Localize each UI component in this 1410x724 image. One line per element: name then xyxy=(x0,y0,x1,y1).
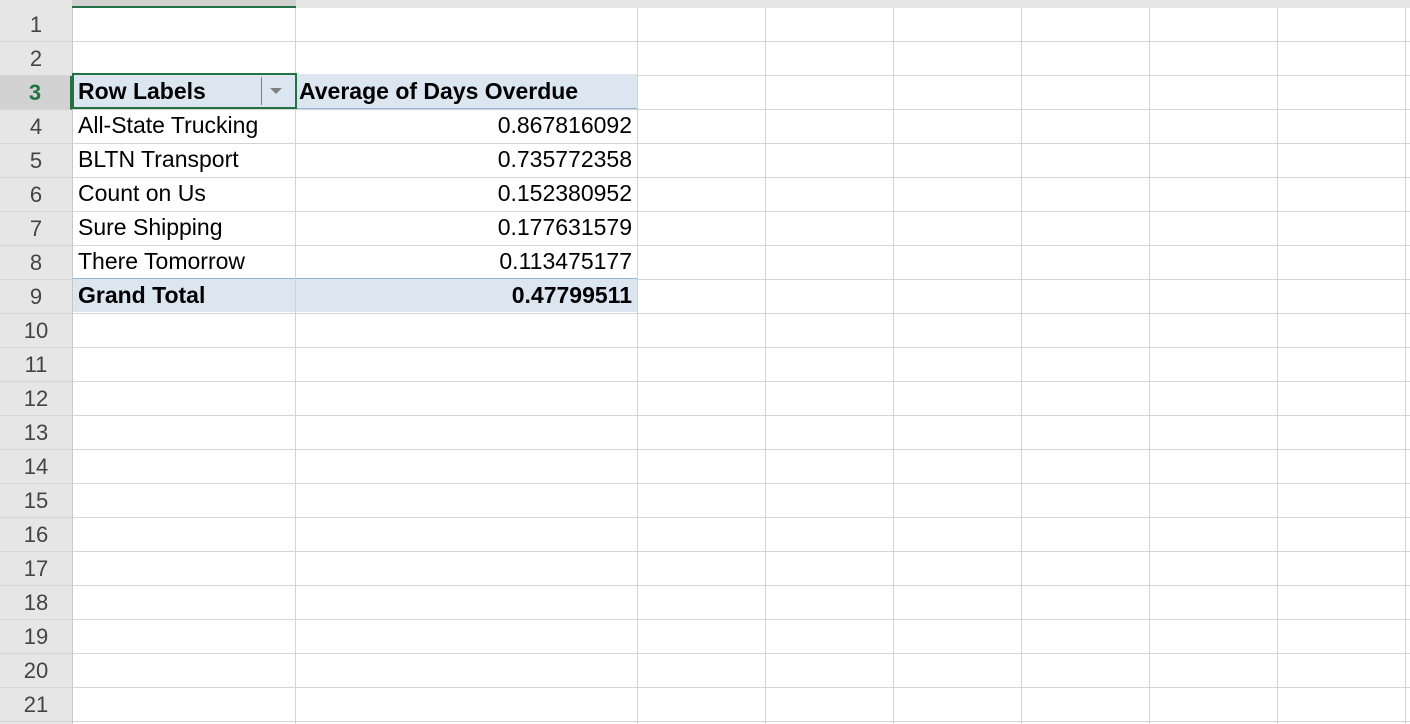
pivot-value-field-header[interactable]: Average of Days Overdue xyxy=(295,74,637,108)
row-divider xyxy=(73,517,1410,518)
col-divider xyxy=(1277,8,1278,724)
col-divider xyxy=(637,8,638,724)
column-header-strip xyxy=(72,0,1410,8)
row-divider xyxy=(73,415,1410,416)
pivot-grand-total-label[interactable]: Grand Total xyxy=(73,278,295,312)
row-header-15[interactable]: 15 xyxy=(0,484,72,518)
row-header-2[interactable]: 2 xyxy=(0,42,72,76)
col-divider xyxy=(1149,8,1150,724)
row-divider xyxy=(73,551,1410,552)
pivot-row-value[interactable]: 0.867816092 xyxy=(295,108,637,142)
row-header-1[interactable]: 1 xyxy=(0,8,72,42)
pivot-row-label[interactable]: BLTN Transport xyxy=(73,142,295,176)
row-divider xyxy=(73,653,1410,654)
row-headers: 1 2 3 4 5 6 7 8 9 10 11 12 13 14 15 16 17 18 19 20 21 xyxy=(0,8,73,724)
row-divider xyxy=(73,449,1410,450)
row-header-10[interactable]: 10 xyxy=(0,314,72,348)
pivot-row-value[interactable]: 0.735772358 xyxy=(295,142,637,176)
row-header-16[interactable]: 16 xyxy=(0,518,72,552)
row-header-7[interactable]: 7 xyxy=(0,212,72,246)
col-divider xyxy=(1405,8,1406,724)
row-header-14[interactable]: 14 xyxy=(0,450,72,484)
row-divider xyxy=(73,483,1410,484)
row-divider xyxy=(73,347,1410,348)
row-header-8[interactable]: 8 xyxy=(0,246,72,280)
row-header-4[interactable]: 4 xyxy=(0,110,72,144)
col-divider xyxy=(893,8,894,724)
row-header-12[interactable]: 12 xyxy=(0,382,72,416)
spreadsheet: 1 2 3 4 5 6 7 8 9 10 11 12 13 14 15 16 17 18 19 20 21 Row La… xyxy=(0,0,1410,724)
select-all-corner[interactable] xyxy=(0,0,73,8)
pivot-row-label[interactable]: All-State Trucking xyxy=(73,108,295,142)
row-header-11[interactable]: 11 xyxy=(0,348,72,382)
row-divider xyxy=(73,381,1410,382)
row-divider xyxy=(73,721,1410,722)
row-header-17[interactable]: 17 xyxy=(0,552,72,586)
row-header-6[interactable]: 6 xyxy=(0,178,72,212)
col-divider xyxy=(765,8,766,724)
pivot-row-label[interactable]: Count on Us xyxy=(73,176,295,210)
row-header-3[interactable]: 3 xyxy=(0,76,72,110)
row-header-18[interactable]: 18 xyxy=(0,586,72,620)
row-header-9[interactable]: 9 xyxy=(0,280,72,314)
cell-grid[interactable]: Row Labels Average of Days Overdue All-S… xyxy=(72,8,1410,724)
row-header-19[interactable]: 19 xyxy=(0,620,72,654)
row-header-21[interactable]: 21 xyxy=(0,688,72,722)
row-divider xyxy=(73,619,1410,620)
pivot-row-value[interactable]: 0.152380952 xyxy=(295,176,637,210)
row-header-5[interactable]: 5 xyxy=(0,144,72,178)
row-header-20[interactable]: 20 xyxy=(0,654,72,688)
pivot-row-label[interactable]: There Tomorrow xyxy=(73,244,295,278)
row-divider xyxy=(73,41,1410,42)
row-divider xyxy=(73,687,1410,688)
pivot-grand-total-value[interactable]: 0.47799511 xyxy=(295,278,637,312)
row-divider xyxy=(73,585,1410,586)
col-divider xyxy=(1021,8,1022,724)
pivot-row-value[interactable]: 0.177631579 xyxy=(295,210,637,244)
active-cell-selection[interactable] xyxy=(72,73,297,109)
pivot-row-label[interactable]: Sure Shipping xyxy=(73,210,295,244)
column-header-a-active[interactable] xyxy=(72,0,296,8)
row-header-13[interactable]: 13 xyxy=(0,416,72,450)
pivot-row-value[interactable]: 0.113475177 xyxy=(295,244,637,278)
row-divider xyxy=(73,313,1410,314)
